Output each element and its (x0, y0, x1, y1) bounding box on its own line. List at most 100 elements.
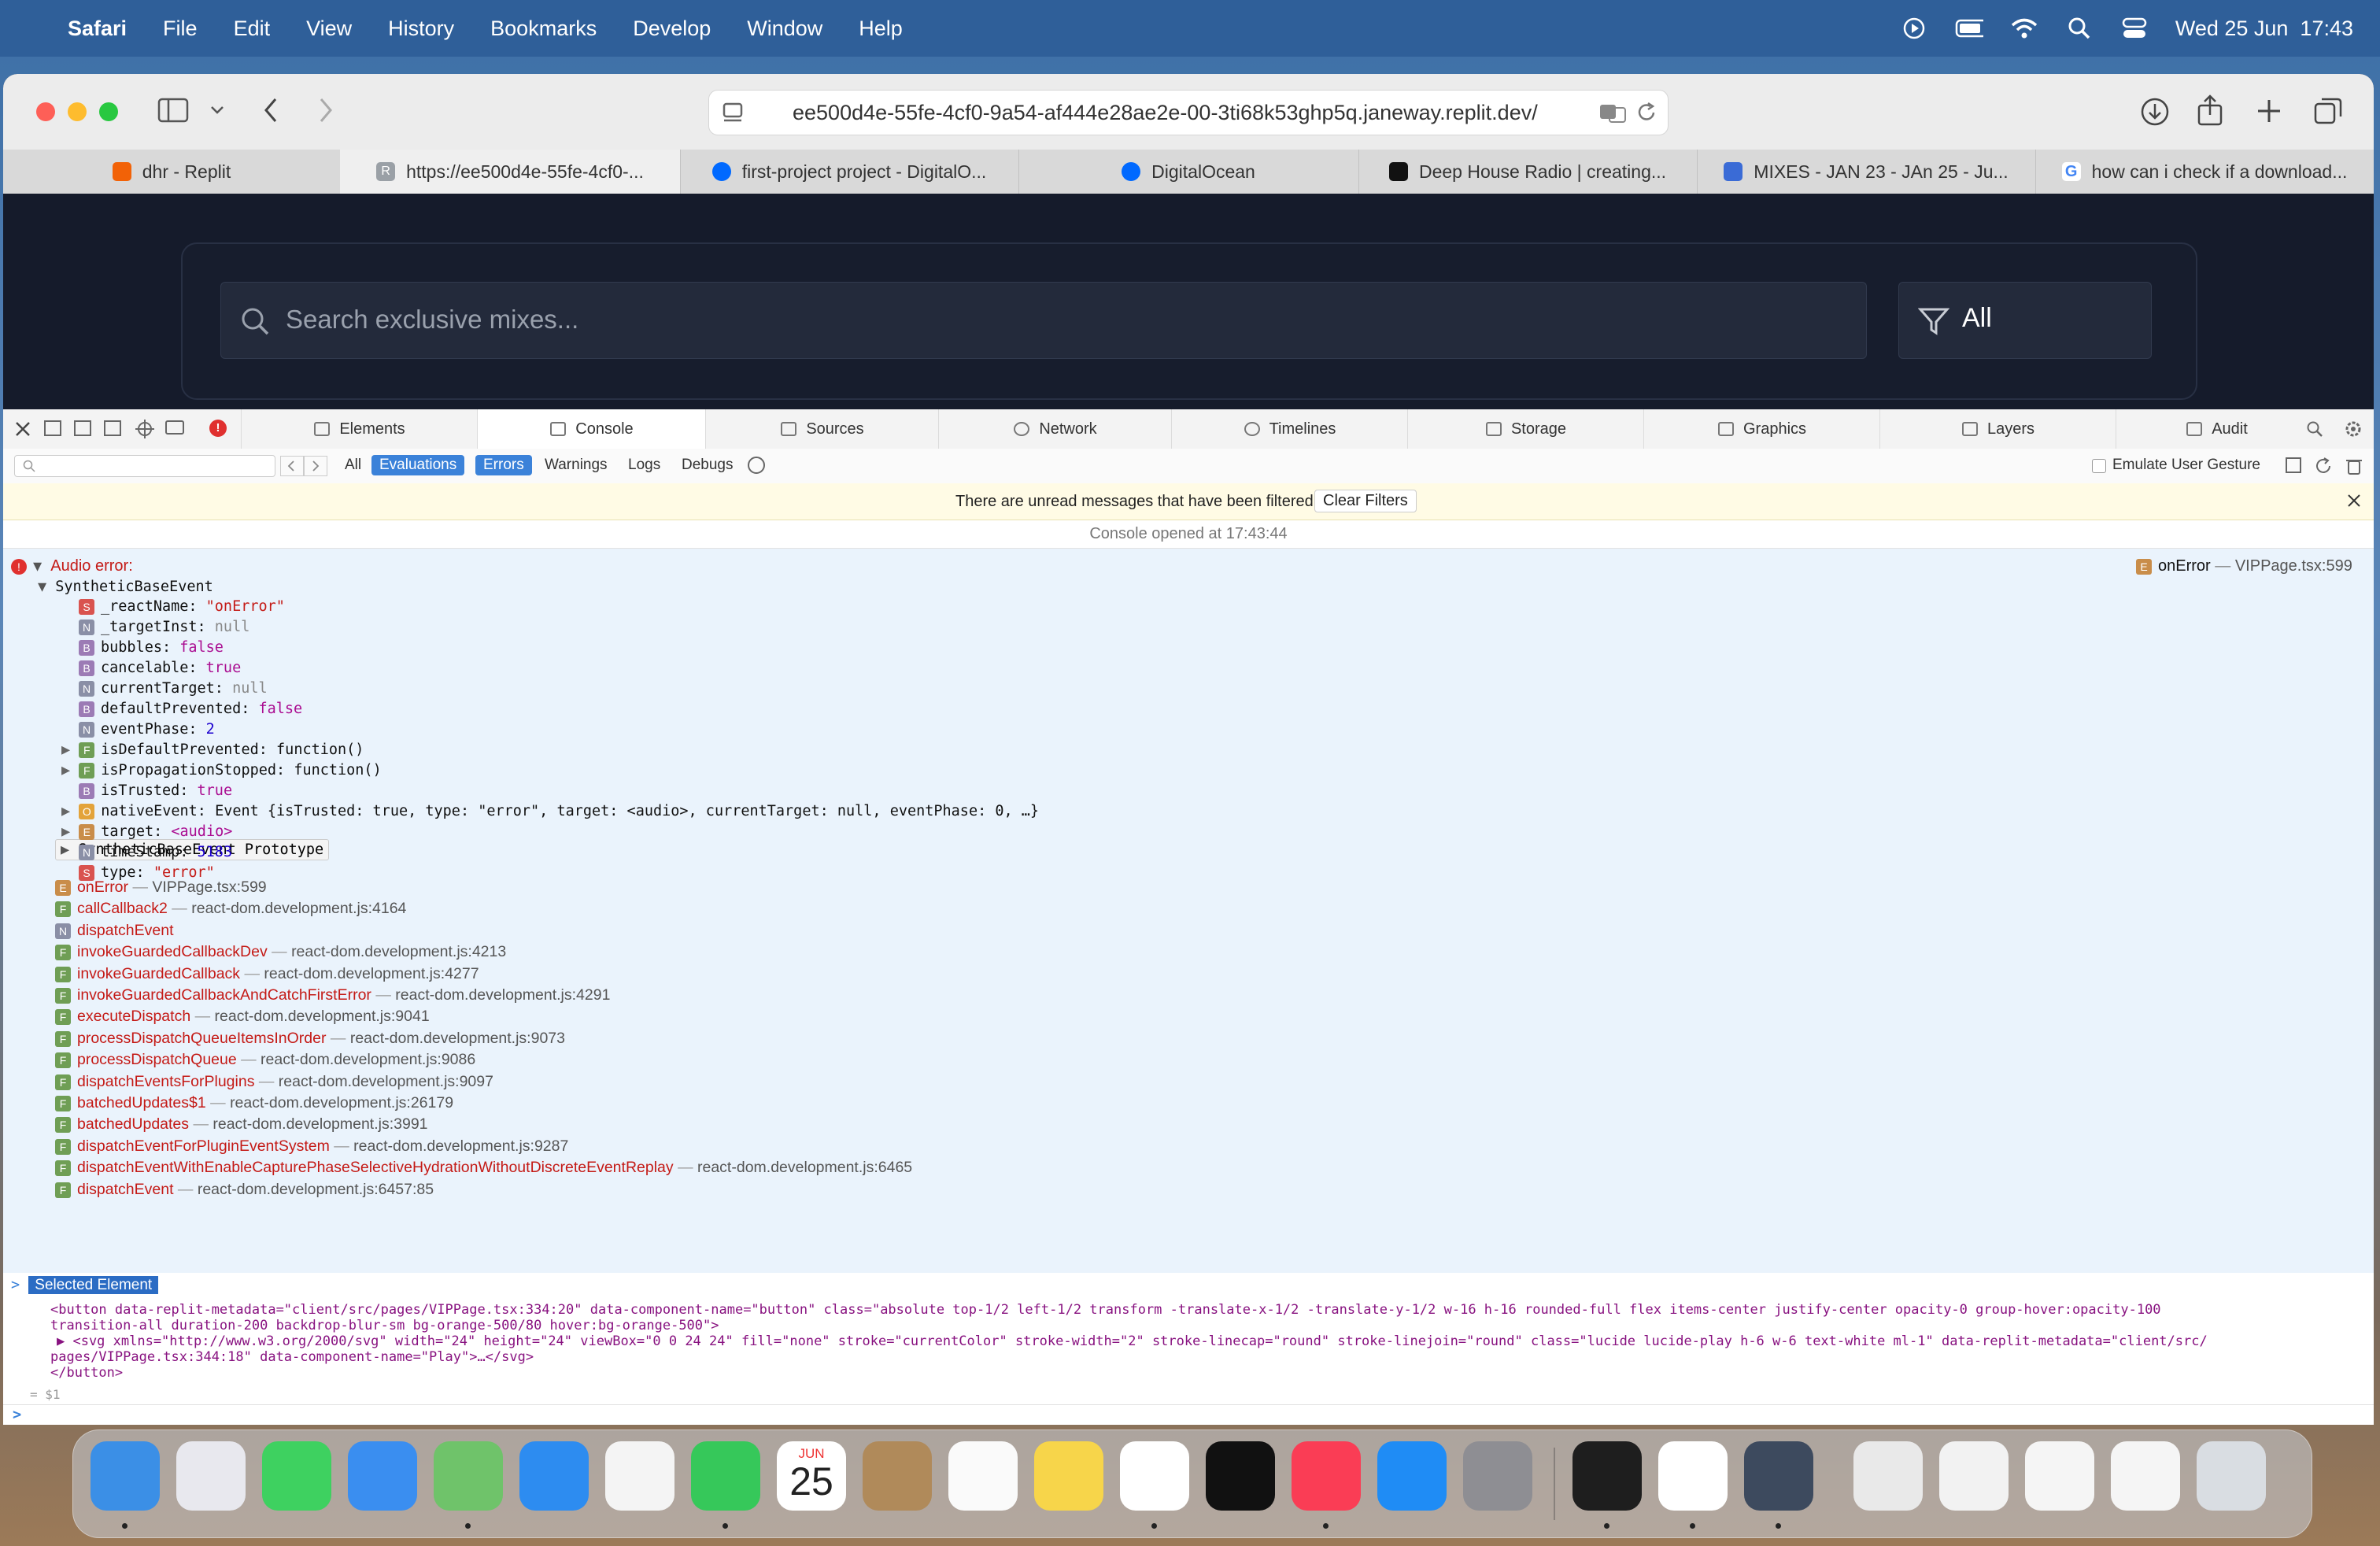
photos-icon[interactable] (605, 1441, 674, 1511)
stack-frame[interactable]: FbatchedUpdates — react-dom.development.… (55, 1115, 428, 1134)
menu-develop[interactable]: Develop (633, 17, 711, 41)
stack-frame[interactable]: FdispatchEvent — react-dom.development.j… (55, 1181, 434, 1199)
downloads-icon[interactable] (2139, 96, 2171, 131)
filter-select[interactable]: All (1898, 282, 2152, 359)
gear-icon[interactable] (2344, 420, 2363, 443)
tab-elements[interactable]: Elements (241, 409, 478, 449)
filter-debugs[interactable]: Debugs (674, 455, 741, 475)
close-inspector-icon[interactable] (14, 420, 31, 442)
screenshot-1-icon[interactable] (2025, 1441, 2094, 1511)
share-icon[interactable] (2196, 93, 2224, 131)
error-indicator-icon[interactable]: ! (209, 420, 227, 437)
dock-side-icon[interactable] (74, 420, 91, 436)
menu-history[interactable]: History (388, 17, 454, 41)
stack-frame[interactable]: FexecuteDispatch — react-dom.development… (55, 1008, 430, 1026)
webp-file-icon[interactable] (1939, 1441, 2009, 1511)
url-text[interactable]: ee500d4e-55fe-4cf0-9a54-af444e28ae2e-00-… (793, 101, 1580, 125)
tab-audit[interactable]: Audit (2116, 409, 2318, 449)
frame-location-link[interactable]: react-dom.development.js:4213 (291, 943, 506, 960)
stack-frame[interactable]: FdispatchEventWithEnableCapturePhaseSele… (55, 1159, 912, 1177)
property-row[interactable]: ▶ FisDefaultPrevented: function() (61, 742, 364, 758)
control-center-icon[interactable] (2120, 17, 2149, 40)
reload-icon[interactable] (2314, 457, 2333, 480)
tab-graphics[interactable]: Graphics (1643, 409, 1880, 449)
messages-icon[interactable] (262, 1441, 331, 1511)
property-row[interactable]: ▶ Etarget: <audio> (61, 823, 232, 840)
frame-location-link[interactable]: react-dom.development.js:9287 (353, 1137, 568, 1155)
filter-evaluations[interactable]: Evaluations (371, 455, 465, 475)
frame-location-link[interactable]: react-dom.development.js:4291 (395, 986, 610, 1004)
search-icon[interactable] (2306, 420, 2323, 442)
event-class-row[interactable]: ▼ SyntheticBaseEvent (38, 579, 213, 595)
tab-digitalocean[interactable]: DigitalOcean (1018, 150, 1359, 194)
frame-location-link[interactable]: react-dom.development.js:9086 (261, 1051, 475, 1068)
filter-warnings[interactable]: Warnings (537, 455, 615, 475)
stack-frame[interactable]: EonError — VIPPage.tsx:599 (55, 878, 267, 897)
frame-location-link[interactable]: react-dom.development.js:3991 (213, 1115, 427, 1133)
trash-icon[interactable] (2345, 457, 2363, 480)
contacts-icon[interactable] (863, 1441, 932, 1511)
stack-frame[interactable]: FbatchedUpdates$1 — react-dom.developmen… (55, 1094, 453, 1112)
frame-location-link[interactable]: react-dom.development.js:26179 (230, 1094, 453, 1111)
system-settings-icon[interactable] (1463, 1441, 1532, 1511)
battery-icon[interactable] (1955, 17, 1983, 40)
search-input[interactable]: Search exclusive mixes... (220, 282, 1867, 359)
calendar-icon[interactable]: JUN 25 (777, 1441, 846, 1511)
stack-frame[interactable]: FinvokeGuardedCallbackAndCatchFirstError… (55, 986, 610, 1004)
screenshot-2-icon[interactable] (2111, 1441, 2180, 1511)
menu-clock[interactable]: Wed 25 Jun 17:43 (2175, 17, 2353, 41)
menu-help[interactable]: Help (859, 17, 903, 41)
notes-icon[interactable] (1034, 1441, 1103, 1511)
frame-location-link[interactable]: react-dom.development.js:6457:85 (198, 1181, 434, 1198)
tab-google-search[interactable]: Ghow can i check if a download... (2035, 150, 2374, 194)
app-store-icon[interactable] (1377, 1441, 1447, 1511)
forward-button[interactable] (316, 96, 335, 128)
selected-element-row[interactable]: > Selected Element (11, 1276, 159, 1294)
stack-frame[interactable]: FinvokeGuardedCallback — react-dom.devel… (55, 965, 479, 983)
stack-frame[interactable]: FinvokeGuardedCallbackDev — react-dom.de… (55, 943, 506, 961)
property-row[interactable]: ▶ FisPropagationStopped: function() (61, 762, 382, 779)
tab-overview-icon[interactable] (2312, 96, 2344, 131)
music-icon[interactable] (1292, 1441, 1361, 1511)
tab-layers[interactable]: Layers (1879, 409, 2116, 449)
filter-all[interactable]: All (337, 455, 369, 475)
frame-location-link[interactable]: react-dom.development.js:4164 (191, 900, 406, 917)
tab-timelines[interactable]: Timelines (1171, 409, 1408, 449)
menu-window[interactable]: Window (747, 17, 822, 41)
previous-match-button[interactable] (280, 456, 304, 476)
stack-frame[interactable]: FprocessDispatchQueueItemsInOrder — reac… (55, 1030, 565, 1048)
tab-console[interactable]: Console (477, 409, 706, 449)
minimize-window-button[interactable] (68, 102, 87, 121)
tab-digitalocean-project[interactable]: first-project project - DigitalO... (680, 150, 1019, 194)
maps-icon[interactable] (434, 1441, 503, 1511)
dock-bottom-icon[interactable] (44, 420, 61, 436)
stack-frame[interactable]: FdispatchEventsForPlugins — react-dom.de… (55, 1073, 493, 1091)
mail-icon[interactable] (348, 1441, 417, 1511)
device-settings-icon[interactable] (165, 420, 184, 435)
facetime-icon[interactable] (691, 1441, 760, 1511)
tab-replit[interactable]: dhr - Replit (3, 150, 341, 194)
element-picker-icon[interactable] (135, 420, 154, 443)
stack-frame[interactable]: FdispatchEventForPluginEventSystem — rea… (55, 1137, 568, 1156)
frame-location-link[interactable]: react-dom.development.js:9041 (215, 1008, 430, 1025)
audio-file-icon[interactable] (1853, 1441, 1923, 1511)
console-prompt-input[interactable]: > (3, 1404, 2374, 1425)
finder-icon[interactable] (91, 1441, 160, 1511)
zoom-window-button[interactable] (99, 102, 118, 121)
tab-replit-dev[interactable]: Rhttps://ee500d4e-55fe-4cf0-... (340, 150, 681, 194)
freeform-icon[interactable] (1120, 1441, 1189, 1511)
sidebar-toggle-icon[interactable] (157, 98, 189, 127)
apple-tv-icon[interactable] (1206, 1441, 1275, 1511)
wifi-icon[interactable] (2010, 17, 2038, 40)
frame-location-link[interactable]: react-dom.development.js:9097 (279, 1073, 493, 1090)
tab-network[interactable]: Network (938, 409, 1172, 449)
preserve-log-icon[interactable] (2286, 457, 2301, 473)
close-window-button[interactable] (36, 102, 55, 121)
emulate-user-gesture-checkbox[interactable] (2092, 459, 2106, 473)
next-match-button[interactable] (304, 456, 327, 476)
filter-options-icon[interactable] (748, 457, 765, 474)
reminders-icon[interactable] (948, 1441, 1018, 1511)
stack-frame[interactable]: NdispatchEvent (55, 922, 174, 940)
terminal-icon[interactable] (1572, 1441, 1642, 1511)
stack-frame[interactable]: FprocessDispatchQueue — react-dom.develo… (55, 1051, 475, 1069)
